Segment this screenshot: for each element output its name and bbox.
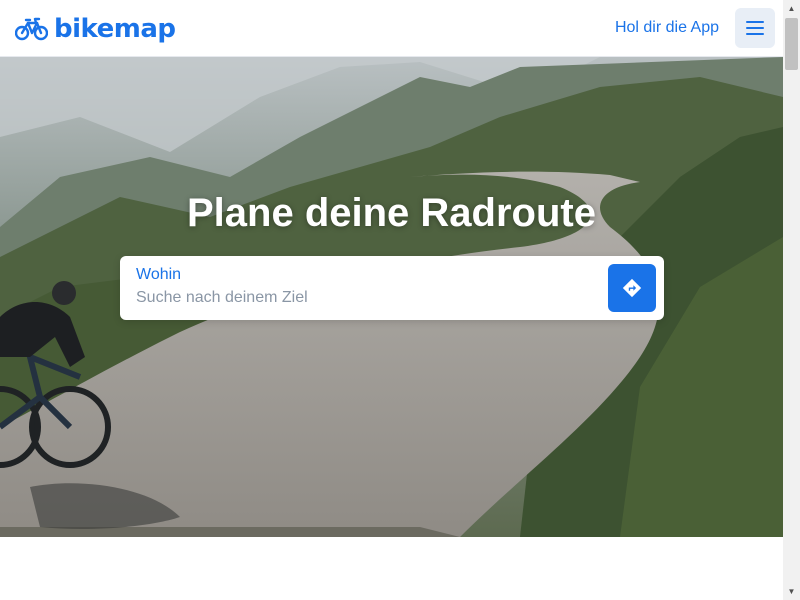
destination-search-input[interactable] [136, 288, 596, 308]
bikemap-logo[interactable]: bikemap [15, 13, 176, 45]
hero-section: Plane deine Radroute Wohin [0, 57, 783, 537]
hamburger-menu-icon [746, 21, 764, 23]
destination-search-card: Wohin [120, 256, 664, 320]
scroll-down-arrow[interactable]: ▼ [783, 583, 800, 600]
page: bikemap Hol dir die App Plane deine Radr… [0, 0, 783, 600]
top-header: bikemap Hol dir die App [0, 0, 783, 57]
plan-route-button[interactable] [608, 264, 656, 312]
scrollbar-thumb[interactable] [785, 18, 798, 70]
scroll-up-arrow[interactable]: ▲ [783, 0, 800, 17]
search-label: Wohin [136, 266, 182, 283]
hero-title: Plane deine Radroute [187, 191, 596, 235]
directions-icon [622, 278, 642, 298]
vertical-scrollbar[interactable]: ▲ ▼ [783, 0, 800, 600]
brand-name: bikemap [54, 14, 176, 44]
get-app-link[interactable]: Hol dir die App [615, 17, 719, 39]
bicycle-icon [15, 17, 48, 41]
menu-button[interactable] [735, 8, 775, 48]
